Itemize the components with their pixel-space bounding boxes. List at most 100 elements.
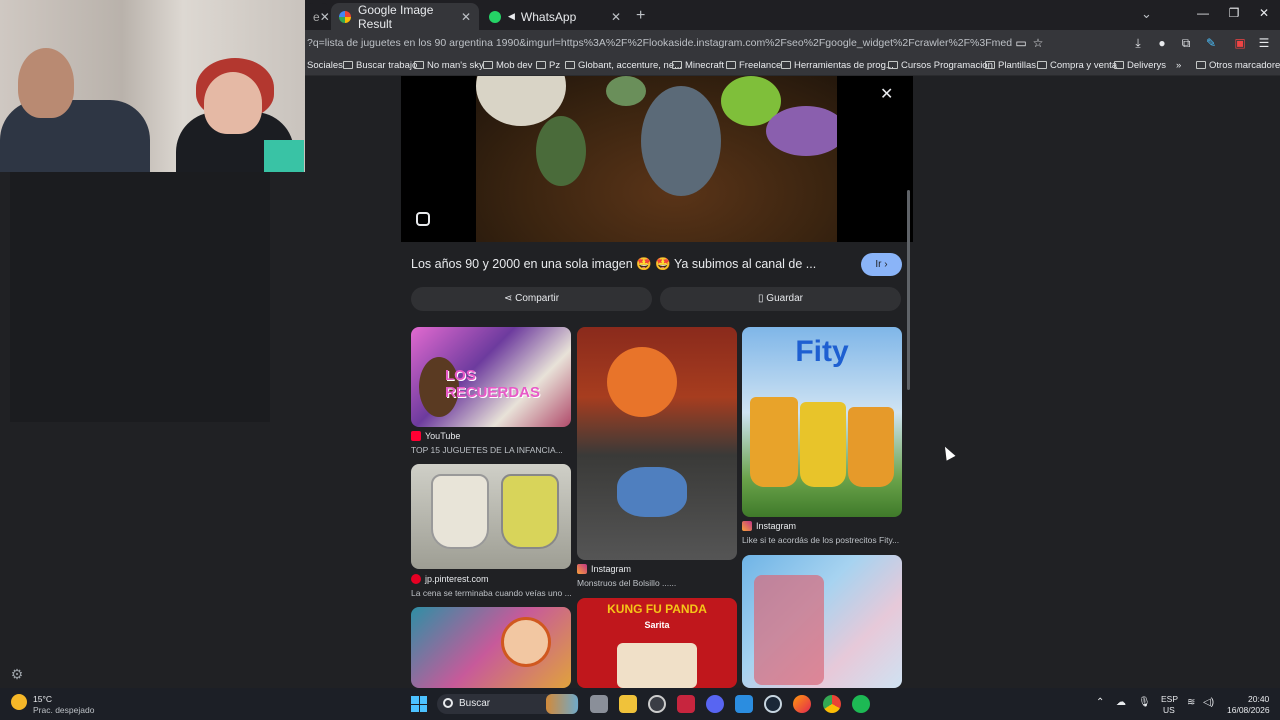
task-view-icon[interactable] bbox=[590, 695, 608, 713]
profile-icon[interactable]: ▣ bbox=[1232, 35, 1248, 51]
obs-icon[interactable] bbox=[648, 695, 666, 713]
cloud-icon[interactable]: ☁ bbox=[1116, 697, 1126, 708]
close-icon[interactable]: ✕ bbox=[320, 10, 330, 24]
translate-icon[interactable]: ✎ bbox=[1203, 35, 1219, 51]
result-thumbnail[interactable] bbox=[411, 464, 571, 569]
restore-button[interactable]: ❐ bbox=[1226, 6, 1242, 20]
steam-icon[interactable] bbox=[764, 695, 782, 713]
share-button[interactable]: ⋖ Compartir bbox=[411, 287, 652, 311]
result-source[interactable]: YouTube bbox=[411, 431, 460, 441]
extensions-icon[interactable]: ⧉ bbox=[1178, 35, 1194, 51]
bookmark-item[interactable]: Sociales bbox=[307, 60, 343, 71]
bookmark-item[interactable]: Deliverys bbox=[1114, 60, 1166, 71]
close-icon[interactable]: ✕ bbox=[880, 84, 893, 104]
weather-icon[interactable] bbox=[11, 694, 27, 710]
microphone-icon[interactable]: 🎙 bbox=[1138, 697, 1151, 708]
wifi-icon[interactable]: ≋ bbox=[1187, 697, 1195, 708]
bookmark-label: Freelance bbox=[739, 60, 782, 71]
thumbnail-overlay-text: KUNG FU PANDA bbox=[607, 602, 707, 616]
widget-thumbnail[interactable] bbox=[546, 694, 578, 714]
clock-date[interactable]: 16/08/2026 bbox=[1227, 705, 1270, 715]
scrollbar[interactable] bbox=[907, 190, 910, 390]
chevron-down-icon[interactable]: ⌄ bbox=[1141, 6, 1152, 22]
discord-icon[interactable] bbox=[706, 695, 724, 713]
webcam-overlay bbox=[0, 0, 305, 172]
close-icon[interactable]: ✕ bbox=[461, 10, 471, 24]
visit-button[interactable]: Ir › bbox=[861, 253, 902, 276]
result-title[interactable]: Monstruos del Bolsillo ...... bbox=[577, 578, 737, 588]
save-button[interactable]: ▯ Guardar bbox=[660, 287, 901, 311]
result-title[interactable]: TOP 15 JUGUETES DE LA INFANCIA... bbox=[411, 445, 571, 455]
bookmark-item[interactable]: Compra y venta bbox=[1037, 60, 1117, 71]
window-close-button[interactable]: ✕ bbox=[1256, 6, 1272, 20]
google-icon bbox=[339, 10, 351, 23]
speaker-icon: ◀ bbox=[508, 11, 515, 21]
app-icon[interactable] bbox=[677, 695, 695, 713]
result-source[interactable]: Instagram bbox=[742, 521, 796, 531]
result-thumbnail[interactable]: KUNG FU PANDA Sarita bbox=[577, 598, 737, 688]
tab-partial[interactable]: e ✕ bbox=[305, 3, 330, 30]
bookmark-item[interactable]: Buscar trabajo bbox=[343, 60, 417, 71]
preview-image[interactable] bbox=[476, 76, 837, 242]
result-title[interactable]: La cena se terminaba cuando veías uno ..… bbox=[411, 588, 571, 598]
bookmark-item[interactable]: Herramientas de prog... bbox=[781, 60, 894, 71]
menu-icon[interactable]: ☰ bbox=[1256, 35, 1272, 51]
bookmark-item[interactable]: Plantillas bbox=[985, 60, 1036, 71]
language-indicator[interactable]: ESP bbox=[1161, 694, 1178, 704]
result-thumbnail[interactable]: Fity bbox=[742, 327, 902, 517]
spotify-icon[interactable] bbox=[852, 695, 870, 713]
chevron-right-icon[interactable]: » bbox=[1176, 60, 1181, 71]
bookmark-item[interactable]: No man's sky bbox=[414, 60, 484, 71]
volume-icon[interactable]: ◁) bbox=[1203, 697, 1214, 708]
bookmark-item[interactable]: Cursos Programacion bbox=[888, 60, 993, 71]
weather-temperature[interactable]: 15°C bbox=[33, 694, 52, 704]
folder-icon bbox=[726, 61, 736, 69]
taskbar bbox=[0, 688, 1280, 720]
result-title[interactable]: Like si te acordás de los postrecitos Fi… bbox=[742, 535, 902, 545]
instagram-icon bbox=[577, 564, 587, 574]
bookmark-item[interactable]: Pz bbox=[536, 60, 560, 71]
folder-icon bbox=[781, 61, 791, 69]
bookmark-item[interactable]: Minecraft bbox=[672, 60, 724, 71]
clock-time[interactable]: 20:40 bbox=[1248, 694, 1269, 704]
new-tab-button[interactable]: + bbox=[636, 7, 645, 25]
result-thumbnail[interactable] bbox=[742, 555, 902, 688]
screen-share-icon[interactable]: ▭ bbox=[1013, 35, 1029, 51]
keyboard-layout-indicator[interactable]: US bbox=[1163, 705, 1175, 715]
bookmark-label: Mob dev bbox=[496, 60, 533, 71]
windows-start-icon[interactable] bbox=[411, 696, 427, 712]
result-thumbnail[interactable] bbox=[577, 327, 737, 560]
minimize-button[interactable]: — bbox=[1195, 6, 1211, 20]
result-source[interactable]: Instagram bbox=[577, 564, 631, 574]
chevron-up-icon[interactable]: ⌃ bbox=[1096, 697, 1104, 708]
download-icon[interactable]: ⤓ bbox=[1130, 35, 1146, 51]
gear-icon[interactable]: ⚙ bbox=[9, 666, 25, 682]
folder-icon bbox=[565, 61, 575, 69]
result-source[interactable]: jp.pinterest.com bbox=[411, 574, 489, 584]
firefox-icon[interactable] bbox=[793, 695, 811, 713]
account-icon[interactable]: ● bbox=[1154, 35, 1170, 51]
tab-google-image-result[interactable]: Google Image Result ✕ bbox=[331, 3, 479, 31]
bookmark-star-icon[interactable]: ☆ bbox=[1030, 35, 1046, 51]
bookmark-item[interactable]: Freelance bbox=[726, 60, 781, 71]
lens-icon[interactable] bbox=[416, 212, 430, 226]
source-label: Instagram bbox=[591, 564, 632, 574]
folder-icon bbox=[536, 61, 546, 69]
bookmark-label: Herramientas de prog... bbox=[794, 60, 894, 71]
bookmark-item[interactable]: Globant, accenture, ne... bbox=[565, 60, 682, 71]
bookmark-item-other[interactable]: Otros marcadores bbox=[1196, 60, 1280, 71]
tab-whatsapp[interactable]: ◀ WhatsApp ✕ bbox=[481, 3, 629, 30]
source-label: YouTube bbox=[425, 431, 461, 441]
result-thumbnail[interactable] bbox=[411, 607, 571, 688]
bookmark-item[interactable]: Mob dev bbox=[483, 60, 532, 71]
chrome-icon[interactable] bbox=[823, 695, 841, 713]
bookmark-label: Otros marcadores bbox=[1209, 60, 1280, 71]
result-thumbnail[interactable]: LOS RECUERDAS bbox=[411, 327, 571, 427]
share-icon: ⋖ bbox=[503, 293, 516, 304]
pinterest-icon bbox=[411, 574, 421, 584]
file-explorer-icon[interactable] bbox=[619, 695, 637, 713]
vscode-icon[interactable] bbox=[735, 695, 753, 713]
weather-description[interactable]: Prac. despejado bbox=[33, 705, 94, 715]
close-icon[interactable]: ✕ bbox=[611, 10, 621, 24]
address-bar[interactable]: ?q=lista de juguetes en los 90 argentina… bbox=[307, 37, 1012, 49]
